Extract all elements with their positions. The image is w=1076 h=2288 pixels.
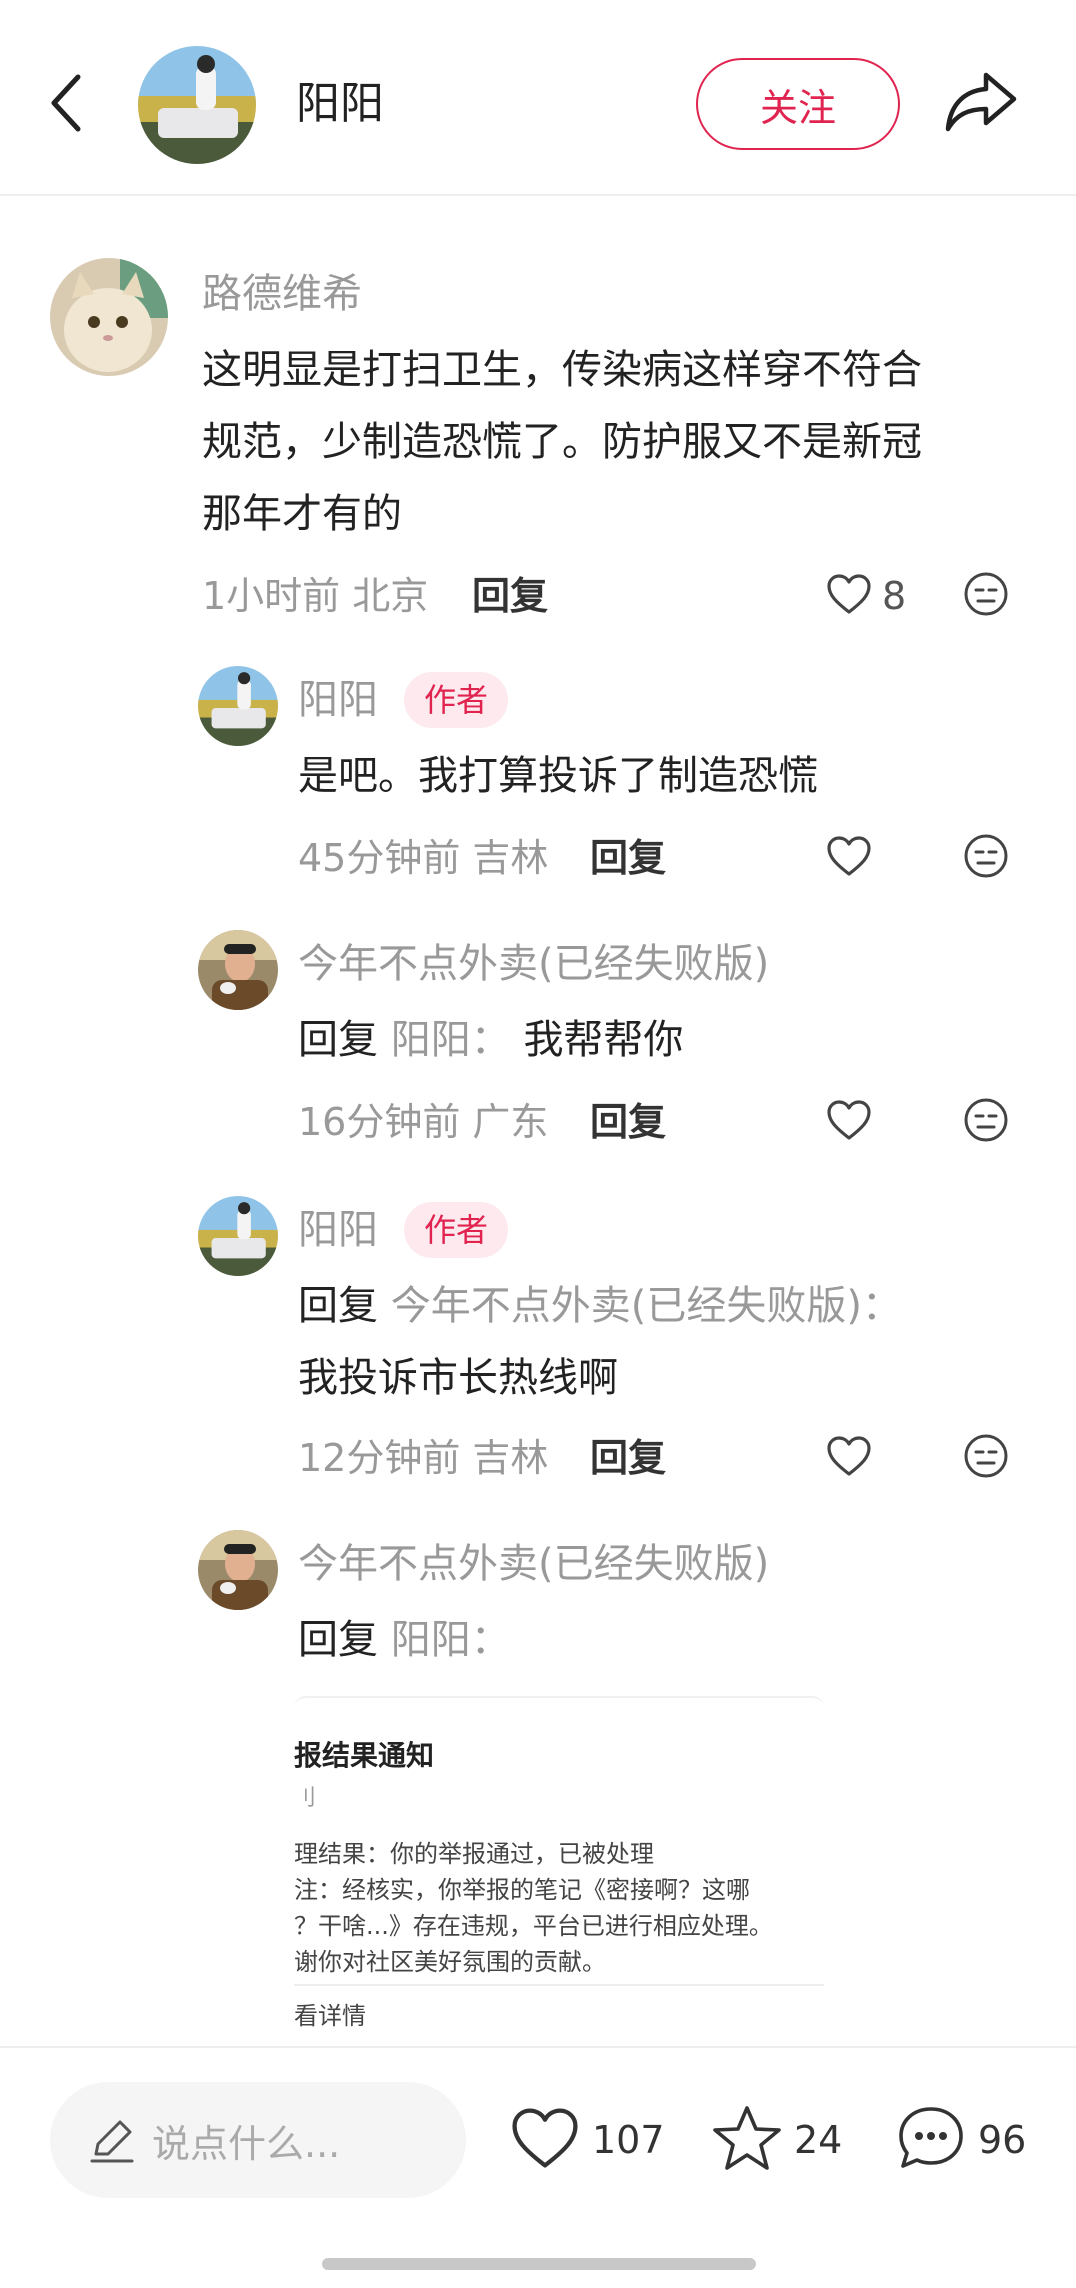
heart-icon [826, 835, 872, 881]
comment-time-location: 16分钟前 广东 [298, 1100, 549, 1144]
commenter-avatar[interactable] [50, 258, 168, 376]
comment-text-line: 那年才有的 [202, 491, 402, 537]
author-name[interactable]: 阳阳 [296, 72, 384, 136]
reply-button[interactable]: 回复 [590, 1094, 666, 1150]
report-line: 谢你对社区美好氛围的贡献。 [294, 1948, 606, 1976]
meh-face-icon [963, 833, 1009, 883]
commenter-avatar[interactable] [198, 666, 278, 746]
commenter-avatar[interactable] [198, 930, 278, 1010]
pen-icon [86, 2114, 138, 2166]
heart-icon [510, 2106, 580, 2174]
top-bar: 阳阳 关注 [0, 0, 1076, 196]
meh-face-icon [963, 571, 1009, 621]
author-avatar[interactable] [138, 46, 256, 164]
comment-like-button[interactable] [826, 830, 872, 886]
report-line: 理结果：你的举报通过，已被处理 [294, 1840, 654, 1868]
chevron-left-icon [46, 73, 86, 137]
like-count: 107 [592, 2118, 665, 2162]
comment-image-report-notice[interactable]: 报结果通知 刂 理结果：你的举报通过，已被处理 注：经核实，你举报的笔记《密接啊… [294, 1696, 824, 2046]
comment-body: 我投诉市长热线啊 [298, 1355, 618, 1401]
author-badge: 作者 [404, 672, 509, 728]
meh-face-icon [963, 1433, 1009, 1483]
comment-text: 回复 阳阳： 我帮帮你 [298, 1004, 683, 1076]
commenter-name[interactable]: 今年不点外卖(已经失败版) [298, 936, 769, 992]
heart-icon [826, 573, 872, 619]
follow-button[interactable]: 关注 [696, 58, 900, 150]
commenter-name[interactable]: 阳阳 [298, 672, 378, 728]
commenter-avatar[interactable] [198, 1530, 278, 1610]
share-arrow-icon [944, 69, 1020, 139]
star-icon [712, 2104, 782, 2176]
reply-button[interactable]: 回复 [472, 568, 548, 624]
comment-like-button[interactable] [826, 1094, 872, 1150]
commenter-name[interactable]: 路德维希 [202, 266, 362, 322]
reply-target-name[interactable]: 阳阳： [391, 1617, 511, 1663]
comment-like-button[interactable]: 8 [826, 568, 906, 624]
heart-icon [826, 1099, 872, 1145]
comment-text-line: 回复 今年不点外卖(已经失败版)： [298, 1270, 902, 1342]
reply-prefix: 回复 [298, 1283, 378, 1329]
commenter-avatar[interactable] [198, 1196, 278, 1276]
speech-bubble-icon [896, 2104, 966, 2176]
report-line: ？干啥...》存在违规，平台已进行相应处理。 [294, 1912, 773, 1940]
comment-time-location: 45分钟前 吉林 [298, 836, 549, 880]
comment-count: 96 [978, 2118, 1027, 2162]
report-detail-link: 看详情 [294, 2002, 366, 2030]
comment-text-line: 这明显是打扫卫生，传染病这样穿不符合 [202, 347, 922, 393]
report-line: 注：经核实，你举报的笔记《密接啊？这哪 [294, 1876, 750, 1904]
like-button[interactable]: 107 [510, 2104, 665, 2176]
comment-text-line: 回复 阳阳： [298, 1604, 511, 1676]
commenter-name[interactable]: 阳阳 [298, 1202, 378, 1258]
meh-face-icon [963, 1097, 1009, 1147]
back-button[interactable] [38, 70, 94, 140]
collect-count: 24 [794, 2118, 843, 2162]
reply-target-name[interactable]: 阳阳： [391, 1017, 511, 1063]
reply-button[interactable]: 回复 [590, 830, 666, 886]
comment-input-placeholder: 说点什么... [152, 2121, 341, 2166]
home-indicator [322, 2258, 756, 2270]
commenter-name[interactable]: 今年不点外卖(已经失败版) [298, 1536, 769, 1592]
reaction-button[interactable] [960, 1096, 1012, 1148]
reply-target-name[interactable]: 今年不点外卖(已经失败版)： [391, 1283, 902, 1329]
report-title: 报结果通知 [294, 1739, 435, 1772]
comment-like-button[interactable] [826, 1430, 872, 1486]
reply-button[interactable]: 回复 [590, 1430, 666, 1486]
comment-text-line: 规范，少制造恐慌了。防护服又不是新冠 [202, 419, 922, 465]
reaction-button[interactable] [960, 832, 1012, 884]
reaction-button[interactable] [960, 1432, 1012, 1484]
reaction-button[interactable] [960, 570, 1012, 622]
heart-icon [826, 1435, 872, 1481]
report-divider [294, 1984, 824, 1986]
comment-time-location: 12分钟前 吉林 [298, 1436, 549, 1480]
share-button[interactable] [944, 66, 1020, 142]
reply-prefix: 回复 [298, 1617, 378, 1663]
like-count: 8 [882, 574, 907, 618]
collect-button[interactable]: 24 [712, 2104, 842, 2176]
comment-body: 我帮帮你 [523, 1017, 684, 1063]
author-badge: 作者 [404, 1202, 509, 1258]
comment-input[interactable]: 说点什么... [50, 2082, 466, 2198]
comment-time-location: 1小时前 北京 [202, 574, 429, 618]
reply-prefix: 回复 [298, 1017, 378, 1063]
comment-text: 是吧。我打算投诉了制造恐慌 [298, 753, 818, 799]
bottom-action-bar: 说点什么... 107 24 96 [0, 2046, 1076, 2288]
report-subtitle: 刂 [294, 1786, 317, 1811]
comment-button[interactable]: 96 [896, 2104, 1026, 2176]
